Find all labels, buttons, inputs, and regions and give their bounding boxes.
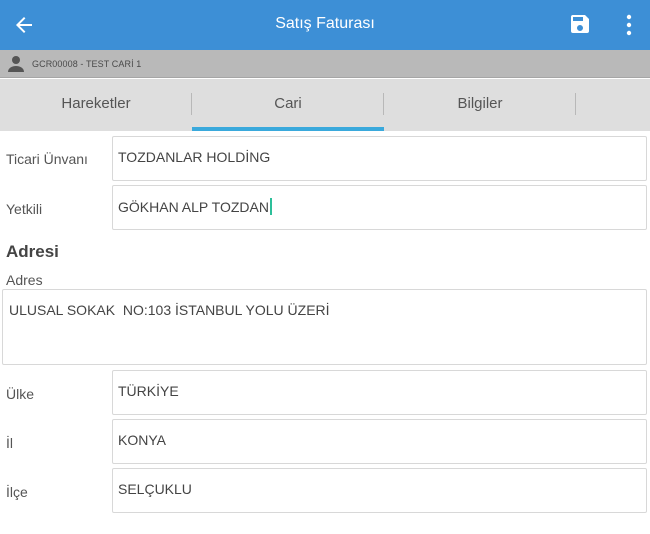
district-label: İlçe bbox=[6, 484, 28, 500]
tab-bilgiler[interactable]: Bilgiler bbox=[384, 79, 576, 131]
address-label: Adres bbox=[6, 272, 43, 288]
tab-hareketler[interactable]: Hareketler bbox=[0, 79, 192, 131]
more-vertical-icon[interactable] bbox=[617, 12, 641, 38]
tab-divider bbox=[575, 93, 576, 115]
address-value: ULUSAL SOKAK NO:103 İSTANBUL YOLU ÜZERİ bbox=[9, 302, 330, 318]
trade-name-label: Ticari Ünvanı bbox=[6, 151, 88, 167]
active-tab-indicator bbox=[192, 127, 384, 131]
country-field[interactable]: TÜRKİYE bbox=[112, 370, 647, 415]
app-bar: Satış Faturası bbox=[0, 0, 650, 50]
page-title: Satış Faturası bbox=[275, 15, 375, 32]
account-code: GCR00008 - TEST CARİ 1 bbox=[32, 59, 142, 69]
floppy-disk-icon[interactable] bbox=[568, 12, 592, 36]
contact-value: GÖKHAN ALP TOZDAN bbox=[118, 199, 269, 215]
province-label: İl bbox=[6, 435, 13, 451]
district-field[interactable]: SELÇUKLU bbox=[112, 468, 647, 513]
person-icon bbox=[7, 55, 25, 73]
account-bar: GCR00008 - TEST CARİ 1 bbox=[0, 50, 650, 78]
trade-name-value: TOZDANLAR HOLDİNG bbox=[118, 149, 271, 165]
tab-cari[interactable]: Cari bbox=[192, 79, 384, 131]
district-value: SELÇUKLU bbox=[118, 481, 192, 497]
country-label: Ülke bbox=[6, 386, 35, 402]
trade-name-field[interactable]: TOZDANLAR HOLDİNG bbox=[112, 136, 647, 181]
tab-bar: Hareketler Cari Bilgiler bbox=[0, 79, 650, 131]
province-field[interactable]: KONYA bbox=[112, 419, 647, 464]
address-field[interactable]: ULUSAL SOKAK NO:103 İSTANBUL YOLU ÜZERİ bbox=[2, 289, 647, 365]
arrow-left-icon[interactable] bbox=[12, 13, 36, 37]
country-value: TÜRKİYE bbox=[118, 383, 179, 399]
contact-field[interactable]: GÖKHAN ALP TOZDAN bbox=[112, 185, 647, 230]
text-cursor bbox=[269, 198, 272, 215]
province-value: KONYA bbox=[118, 432, 166, 448]
contact-label: Yetkili bbox=[6, 201, 43, 217]
address-section-title: Adresi bbox=[6, 242, 59, 261]
